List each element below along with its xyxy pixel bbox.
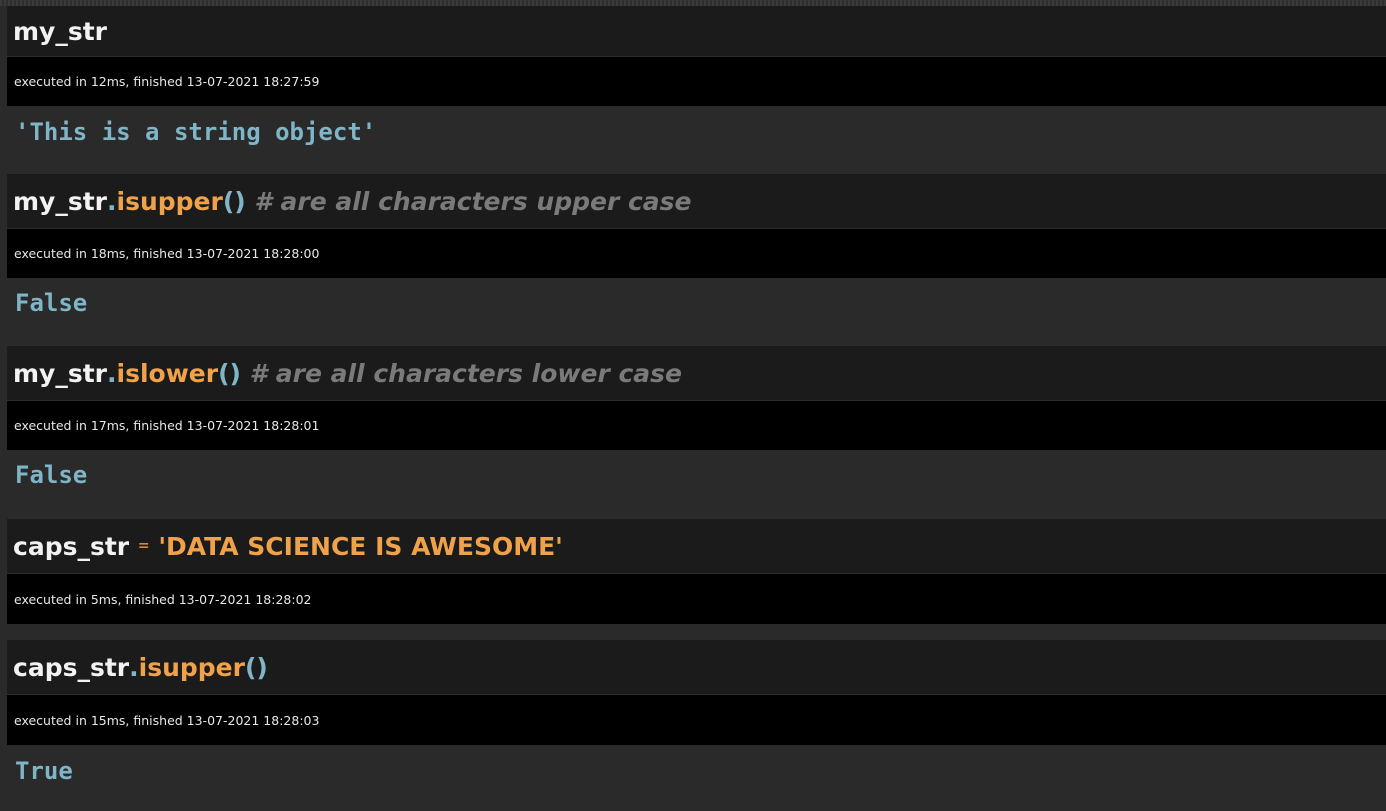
code-variable: my_str [13, 186, 108, 216]
code-method: isupper [138, 652, 245, 682]
output-text: False [15, 289, 88, 317]
code-variable: caps_str [13, 531, 130, 561]
code-input-cell-1[interactable]: my_str [7, 6, 1386, 56]
code-variable: my_str [13, 358, 108, 388]
code-dot: . [129, 652, 139, 682]
code-method: islower [116, 358, 219, 388]
execution-info-text: executed in 17ms, finished 13-07-2021 18… [14, 418, 320, 433]
notebook-cell-5: caps_str. isupper() executed in 15ms, fin… [7, 640, 1386, 797]
code-comment: # are all characters lower case [240, 358, 683, 388]
execution-info-cell-1: executed in 12ms, finished 13-07-2021 18… [7, 56, 1386, 106]
code-dot: . [107, 186, 117, 216]
output-text: 'This is a string object' [15, 118, 377, 146]
notebook-cell-3: my_str. islower() # are all characters lo… [7, 346, 1386, 500]
code-input-cell-5[interactable]: caps_str. isupper() [7, 640, 1386, 694]
code-dot: . [107, 358, 117, 388]
code-parens: () [244, 652, 268, 682]
output-cell-3: False [7, 450, 1386, 500]
execution-info-cell-5: executed in 15ms, finished 13-07-2021 18… [7, 694, 1386, 745]
notebook-cell-4: caps_str = 'DATA SCIENCE IS AWESOME' exe… [7, 519, 1386, 624]
code-comment: # are all characters upper case [245, 186, 692, 216]
code-variable: my_str [13, 16, 108, 46]
execution-info-cell-2: executed in 18ms, finished 13-07-2021 18… [7, 228, 1386, 278]
code-assign-operator: = [137, 538, 150, 554]
code-input-cell-3[interactable]: my_str. islower() # are all characters lo… [7, 346, 1386, 400]
output-text: True [15, 757, 73, 785]
code-method: isupper [116, 186, 223, 216]
output-cell-2: False [7, 278, 1386, 328]
notebook-cell-1: my_str executed in 12ms, finished 13-07-… [7, 6, 1386, 158]
execution-info-cell-3: executed in 17ms, finished 13-07-2021 18… [7, 400, 1386, 450]
code-string-literal: 'DATA SCIENCE IS AWESOME' [158, 531, 563, 561]
code-variable: caps_str [13, 652, 130, 682]
execution-info-cell-4: executed in 5ms, finished 13-07-2021 18:… [7, 573, 1386, 624]
notebook-cell-2: my_str. isupper() # are all characters up… [7, 174, 1386, 328]
execution-info-text: executed in 18ms, finished 13-07-2021 18… [14, 246, 320, 261]
code-input-cell-4[interactable]: caps_str = 'DATA SCIENCE IS AWESOME' [7, 519, 1386, 573]
execution-info-text: executed in 15ms, finished 13-07-2021 18… [14, 712, 320, 728]
output-text: False [15, 461, 88, 489]
execution-info-text: executed in 12ms, finished 13-07-2021 18… [14, 74, 320, 89]
code-parens: () [222, 186, 246, 216]
output-cell-1: 'This is a string object' [7, 106, 1386, 158]
code-parens: () [218, 358, 241, 388]
code-input-cell-2[interactable]: my_str. isupper() # are all characters up… [7, 174, 1386, 228]
output-cell-5: True [7, 745, 1386, 797]
execution-info-text: executed in 5ms, finished 13-07-2021 18:… [14, 591, 312, 607]
